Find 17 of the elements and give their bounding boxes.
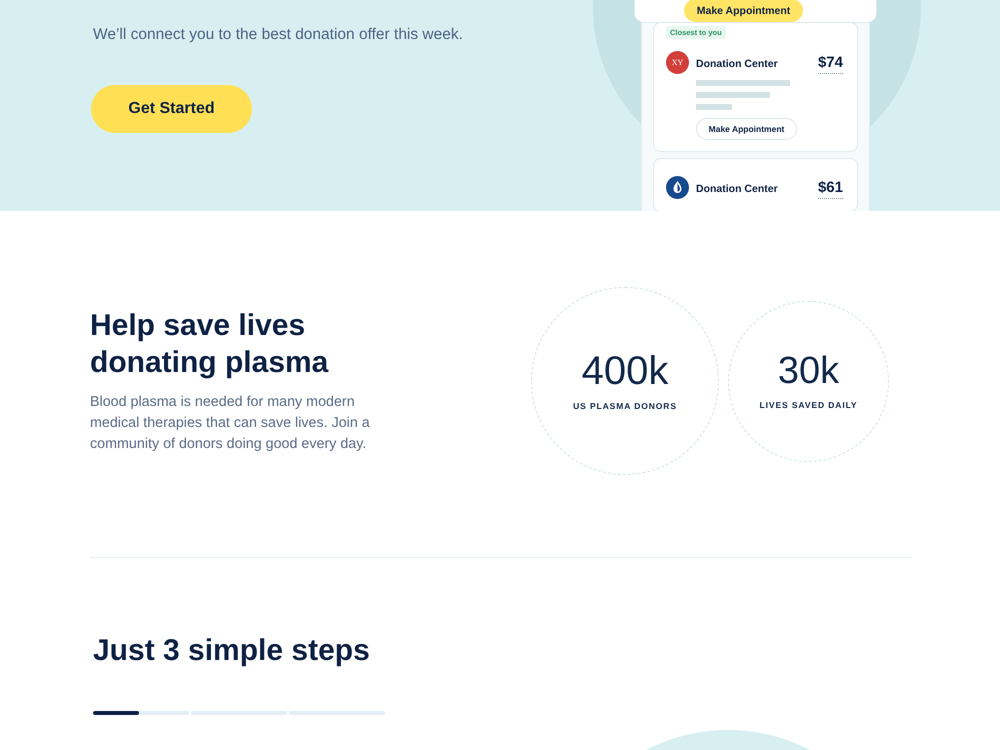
price: $74 [818, 54, 843, 74]
stat-value: 400k [582, 351, 668, 391]
intro-paragraph: Blood plasma is needed for many modern medical therapies that can save lives. Join a community of donors doing good every day. [90, 393, 371, 454]
stat-label: US PLASMA DONORS [573, 401, 677, 411]
hero-subtitle: We’ll connect you to the best donation offer this week. [93, 26, 463, 44]
stat-label: LIVES SAVED DAILY [760, 400, 858, 410]
get-started-button[interactable]: Get Started [91, 85, 252, 133]
section-heading: Just 3 simple steps [93, 633, 370, 669]
step-indicator-segment[interactable] [93, 711, 189, 715]
make-appointment-button[interactable]: Make Appointment [696, 118, 797, 140]
make-appointment-button[interactable]: Make Appointment [684, 0, 803, 22]
stat-value: 30k [778, 352, 840, 390]
price: $61 [818, 179, 843, 199]
center-name: Donation Center [696, 183, 778, 195]
avatar-initials: XY [666, 51, 689, 74]
center-name: Donation Center [696, 58, 778, 70]
section-heading: Help save lives donating plasma [90, 308, 330, 381]
